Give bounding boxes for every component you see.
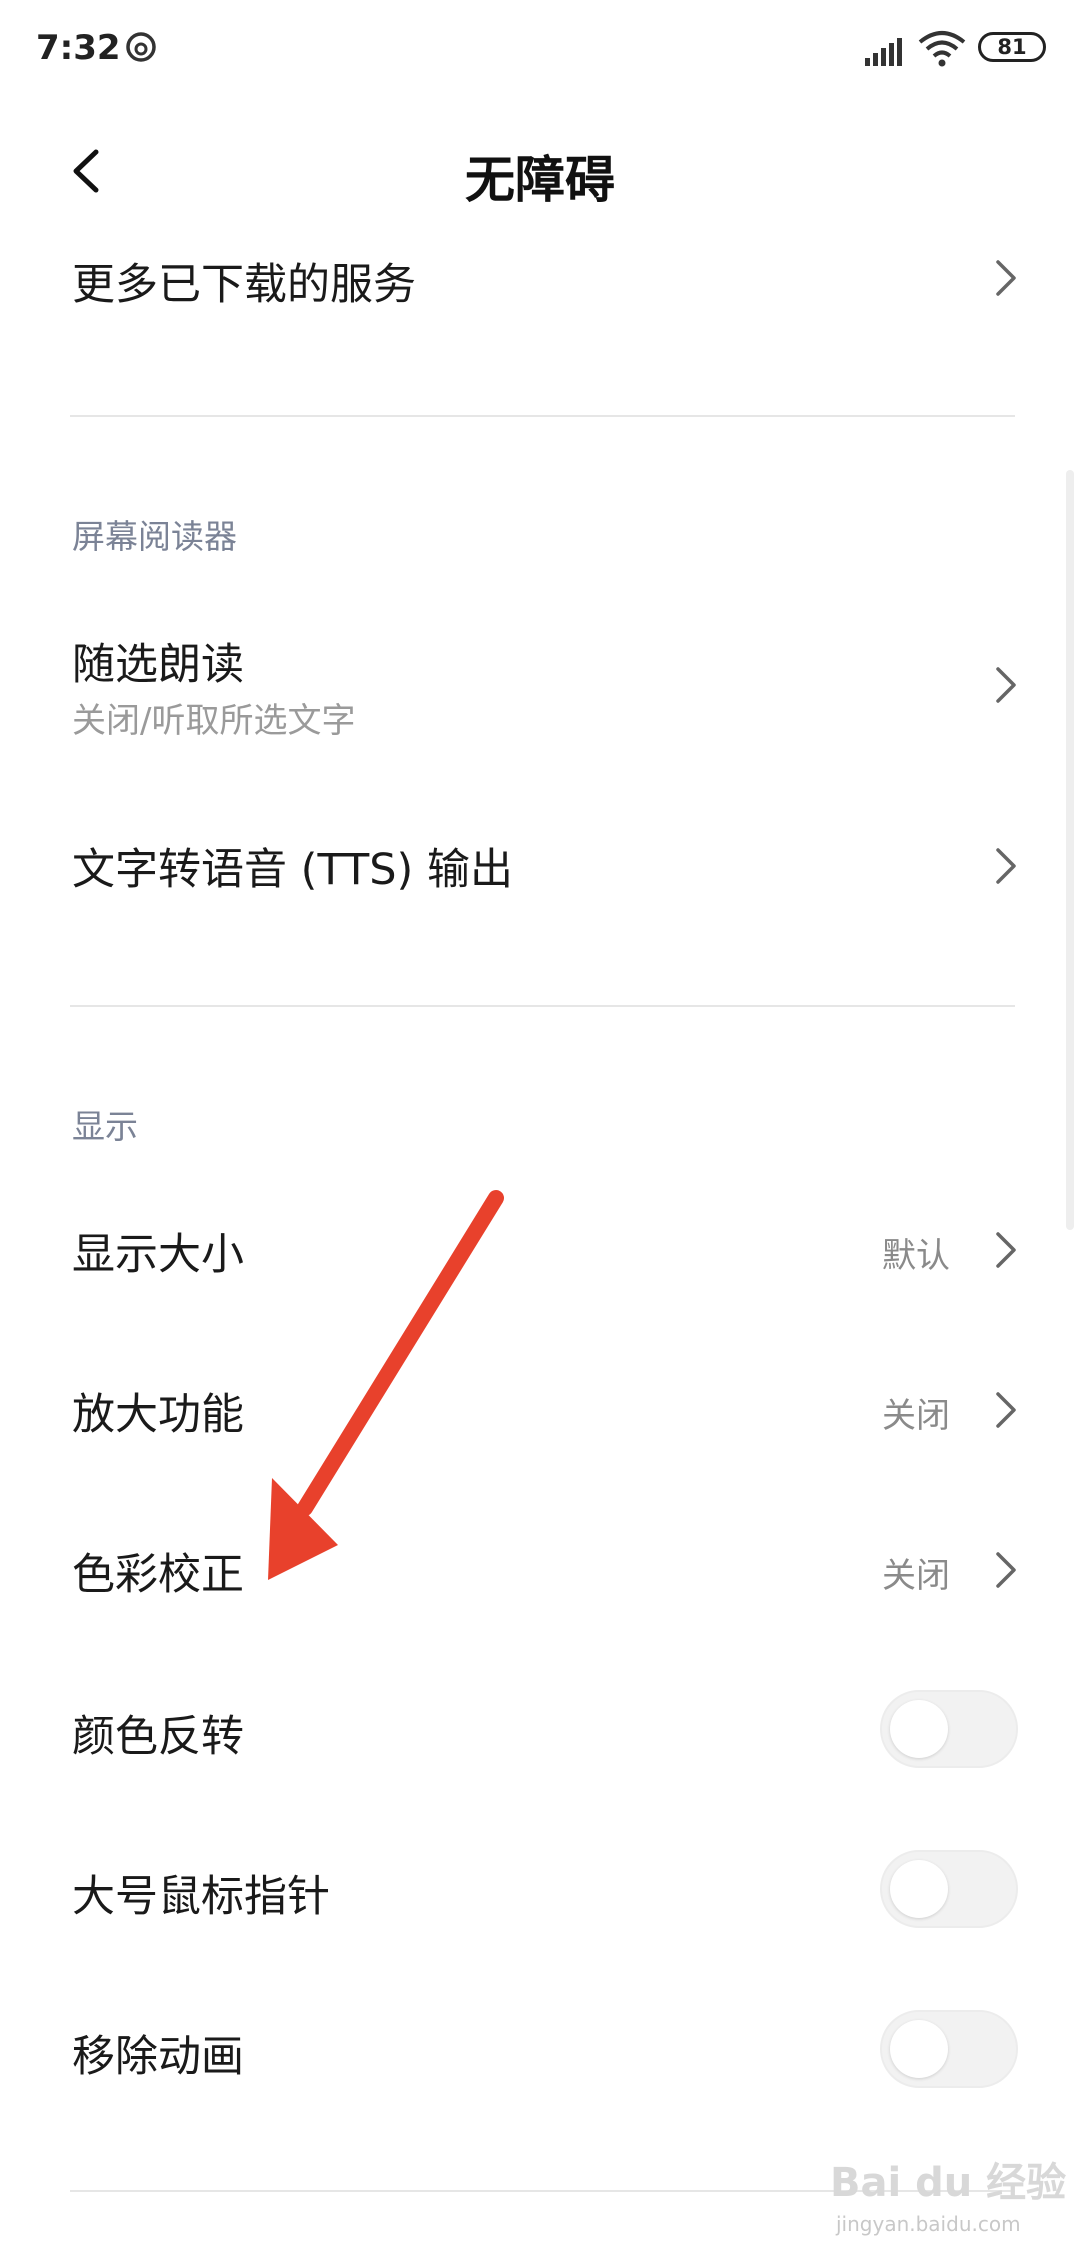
status-time: 7:32 bbox=[36, 28, 121, 68]
page-title: 无障碍 bbox=[465, 151, 615, 209]
divider bbox=[70, 1005, 1015, 1007]
more-services-label: 更多已下载的服务 bbox=[72, 260, 416, 310]
color-inversion-toggle[interactable] bbox=[880, 1690, 1018, 1768]
magnification-item[interactable]: 放大功能 关闭 bbox=[0, 1360, 1080, 1460]
color-inversion-item: 颜色反转 bbox=[0, 1690, 1080, 1790]
display-size-item[interactable]: 显示大小 默认 bbox=[0, 1200, 1080, 1300]
select-to-speak-item[interactable]: 随选朗读 关闭/听取所选文字 bbox=[0, 625, 1080, 750]
color-inversion-label: 颜色反转 bbox=[72, 1712, 244, 1762]
magnification-label: 放大功能 bbox=[72, 1390, 244, 1440]
tts-output-item[interactable]: 文字转语音 (TTS) 输出 bbox=[0, 820, 1080, 920]
signal-icon bbox=[865, 38, 902, 66]
more-services-item[interactable]: 更多已下载的服务 bbox=[0, 230, 1080, 330]
section-header-screen-reader: 屏幕阅读器 bbox=[72, 517, 237, 556]
chevron-right-icon bbox=[996, 1232, 1016, 1268]
toggle-knob bbox=[890, 1860, 948, 1918]
toggle-knob bbox=[890, 1700, 948, 1758]
select-to-speak-label: 随选朗读 bbox=[72, 640, 244, 690]
battery-indicator: 81 bbox=[978, 32, 1046, 62]
toggle-knob bbox=[890, 2020, 948, 2078]
netease-music-icon bbox=[126, 32, 156, 62]
chevron-right-icon bbox=[996, 1392, 1016, 1428]
chevron-right-icon bbox=[996, 848, 1016, 884]
remove-animations-label: 移除动画 bbox=[72, 2032, 244, 2082]
section-header-display: 显示 bbox=[72, 1107, 138, 1146]
status-bar: 7:32 81 bbox=[0, 0, 1080, 100]
select-to-speak-summary: 关闭/听取所选文字 bbox=[72, 701, 356, 741]
large-pointer-label: 大号鼠标指针 bbox=[72, 1872, 330, 1922]
color-correction-value: 关闭 bbox=[882, 1556, 950, 1596]
baidu-jingyan-watermark: Bai du 经验 jingyan.baidu.com bbox=[830, 2150, 1070, 2240]
display-size-label: 显示大小 bbox=[72, 1230, 244, 1280]
large-pointer-toggle[interactable] bbox=[880, 1850, 1018, 1928]
tts-output-label: 文字转语音 (TTS) 输出 bbox=[72, 845, 513, 895]
chevron-right-icon bbox=[996, 1552, 1016, 1588]
remove-animations-toggle[interactable] bbox=[880, 2010, 1018, 2088]
color-correction-label: 色彩校正 bbox=[72, 1550, 244, 1600]
chevron-right-icon bbox=[996, 260, 1016, 296]
watermark-logo: Bai du 经验 bbox=[830, 2160, 1067, 2206]
magnification-value: 关闭 bbox=[882, 1396, 950, 1436]
divider bbox=[70, 415, 1015, 417]
wifi-icon bbox=[918, 31, 966, 67]
display-size-value: 默认 bbox=[882, 1236, 950, 1276]
color-correction-item[interactable]: 色彩校正 关闭 bbox=[0, 1520, 1080, 1620]
large-pointer-item: 大号鼠标指针 bbox=[0, 1850, 1080, 1950]
remove-animations-item: 移除动画 bbox=[0, 2010, 1080, 2110]
chevron-right-icon bbox=[996, 667, 1016, 703]
scrollbar[interactable] bbox=[1066, 470, 1074, 1230]
watermark-url: jingyan.baidu.com bbox=[836, 2212, 1021, 2236]
